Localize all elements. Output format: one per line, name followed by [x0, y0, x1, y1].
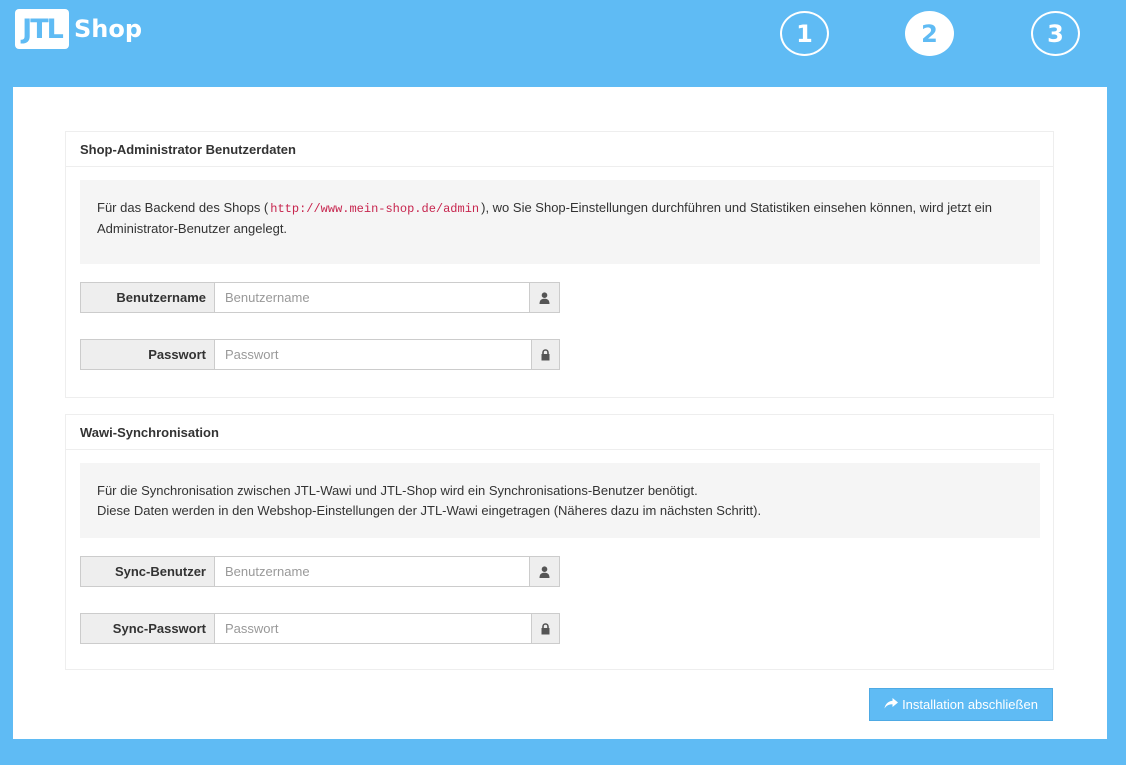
sync-password-input-group: Sync-Passwort [80, 613, 560, 644]
share-icon [884, 697, 899, 712]
logo-mark: JTL [15, 9, 69, 49]
sync-panel-title: Wawi-Synchronisation [66, 415, 1053, 450]
sync-info-line-1: Für die Synchronisation zwischen JTL-Waw… [97, 483, 698, 498]
sync-password-label: Sync-Passwort [81, 614, 215, 643]
admin-url-code: http://www.mein-shop.de/admin [270, 202, 480, 216]
sync-user-input[interactable] [215, 557, 529, 586]
sync-info-line-2: Diese Daten werden in den Webshop-Einste… [97, 503, 762, 518]
lock-icon [531, 340, 559, 369]
step-1-indicator: 1 [780, 11, 829, 56]
admin-panel: Shop-Administrator Benutzerdaten Für das… [65, 131, 1054, 398]
step-3-indicator: 3 [1031, 11, 1080, 56]
username-label: Benutzername [81, 283, 215, 312]
sync-info-box: Für die Synchronisation zwischen JTL-Waw… [80, 463, 1040, 538]
finish-installation-button[interactable]: Installation abschließen [869, 688, 1053, 721]
main-container: Shop-Administrator Benutzerdaten Für das… [13, 87, 1107, 739]
logo-text: Shop [74, 15, 143, 43]
lock-icon [531, 614, 559, 643]
password-input-group: Passwort [80, 339, 560, 370]
username-input[interactable] [215, 283, 529, 312]
user-icon [529, 557, 559, 586]
sync-panel: Wawi-Synchronisation Für die Synchronisa… [65, 414, 1054, 670]
username-input-group: Benutzername [80, 282, 560, 313]
admin-panel-title: Shop-Administrator Benutzerdaten [66, 132, 1053, 167]
password-label: Passwort [81, 340, 215, 369]
sync-user-label: Sync-Benutzer [81, 557, 215, 586]
admin-info-text-before: Für das Backend des Shops ( [97, 200, 269, 215]
finish-installation-label: Installation abschließen [902, 697, 1038, 712]
logo: JTL Shop [15, 9, 142, 49]
user-icon [529, 283, 559, 312]
sync-password-input[interactable] [215, 614, 531, 643]
sync-user-input-group: Sync-Benutzer [80, 556, 560, 587]
admin-info-box: Für das Backend des Shops (http://www.me… [80, 180, 1040, 264]
password-input[interactable] [215, 340, 531, 369]
step-2-indicator: 2 [905, 11, 954, 56]
